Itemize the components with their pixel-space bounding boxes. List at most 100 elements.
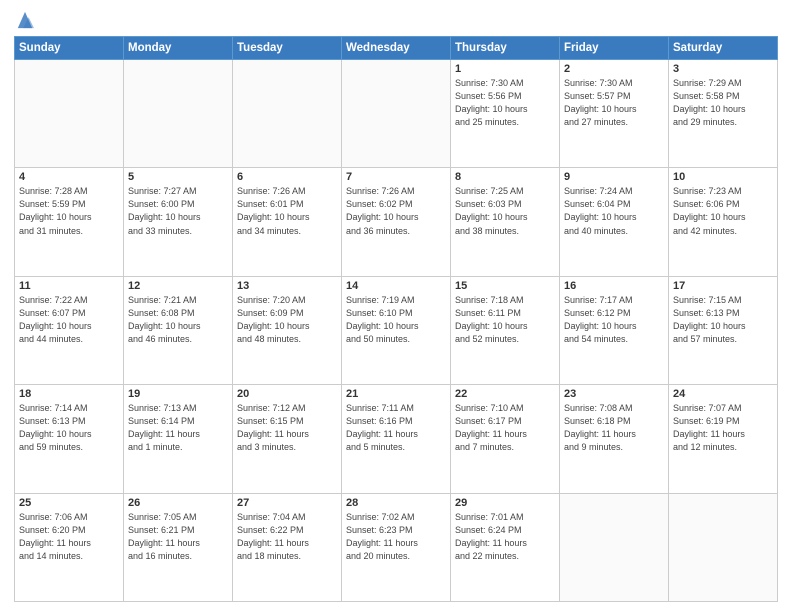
calendar-cell: 1Sunrise: 7:30 AM Sunset: 5:56 PM Daylig… [451,60,560,168]
day-info: Sunrise: 7:28 AM Sunset: 5:59 PM Dayligh… [19,185,119,237]
calendar-cell [560,493,669,601]
day-info: Sunrise: 7:01 AM Sunset: 6:24 PM Dayligh… [455,511,555,563]
weekday-wednesday: Wednesday [342,37,451,60]
calendar-cell [669,493,778,601]
day-number: 9 [564,171,664,183]
calendar-cell: 10Sunrise: 7:23 AM Sunset: 6:06 PM Dayli… [669,168,778,276]
day-number: 11 [19,280,119,292]
day-info: Sunrise: 7:27 AM Sunset: 6:00 PM Dayligh… [128,185,228,237]
day-info: Sunrise: 7:14 AM Sunset: 6:13 PM Dayligh… [19,402,119,454]
day-info: Sunrise: 7:06 AM Sunset: 6:20 PM Dayligh… [19,511,119,563]
calendar-cell: 2 Sunrise: 7:30 AM Sunset: 5:57 PM Daylig… [560,60,669,168]
day-number: 22 [455,388,555,400]
day-info: Sunrise: 7:17 AM Sunset: 6:12 PM Dayligh… [564,294,664,346]
calendar-cell: 21Sunrise: 7:11 AM Sunset: 6:16 PM Dayli… [342,385,451,493]
calendar-cell: 5 Sunrise: 7:27 AM Sunset: 6:00 PM Daylig… [124,168,233,276]
day-info: Sunrise: 7:25 AM Sunset: 6:03 PM Dayligh… [455,185,555,237]
day-number: 2 [564,63,664,75]
day-info: Sunrise: 7:19 AM Sunset: 6:10 PM Dayligh… [346,294,446,346]
week-row-4: 18 Sunrise: 7:14 AM Sunset: 6:13 PM Dayli… [15,385,778,493]
calendar-cell: 14 Sunrise: 7:19 AM Sunset: 6:10 PM Dayli… [342,276,451,384]
calendar-cell: 7 Sunrise: 7:26 AM Sunset: 6:02 PM Daylig… [342,168,451,276]
day-info: Sunrise: 7:29 AM Sunset: 5:58 PM Dayligh… [673,77,773,129]
calendar-cell: 17 Sunrise: 7:15 AM Sunset: 6:13 PM Dayli… [669,276,778,384]
day-number: 17 [673,280,773,292]
day-number: 25 [19,497,119,509]
day-info: Sunrise: 7:13 AM Sunset: 6:14 PM Dayligh… [128,402,228,454]
calendar-cell [15,60,124,168]
day-info: Sunrise: 7:05 AM Sunset: 6:21 PM Dayligh… [128,511,228,563]
calendar-cell: 20 Sunrise: 7:12 AM Sunset: 6:15 PM Dayli… [233,385,342,493]
calendar-cell [342,60,451,168]
calendar-cell: 4 Sunrise: 7:28 AM Sunset: 5:59 PM Daylig… [15,168,124,276]
week-row-5: 25 Sunrise: 7:06 AM Sunset: 6:20 PM Dayli… [15,493,778,601]
day-number: 8 [455,171,555,183]
logo [14,12,34,30]
logo-icon [16,10,34,30]
weekday-saturday: Saturday [669,37,778,60]
calendar-table: SundayMondayTuesdayWednesdayThursdayFrid… [14,36,778,602]
day-info: Sunrise: 7:23 AM Sunset: 6:06 PM Dayligh… [673,185,773,237]
weekday-header-row: SundayMondayTuesdayWednesdayThursdayFrid… [15,37,778,60]
day-number: 6 [237,171,337,183]
calendar-cell: 3Sunrise: 7:29 AM Sunset: 5:58 PM Daylig… [669,60,778,168]
day-number: 5 [128,171,228,183]
day-info: Sunrise: 7:20 AM Sunset: 6:09 PM Dayligh… [237,294,337,346]
week-row-1: 1Sunrise: 7:30 AM Sunset: 5:56 PM Daylig… [15,60,778,168]
day-info: Sunrise: 7:30 AM Sunset: 5:57 PM Dayligh… [564,77,664,129]
calendar-cell: 11 Sunrise: 7:22 AM Sunset: 6:07 PM Dayli… [15,276,124,384]
calendar-cell: 19 Sunrise: 7:13 AM Sunset: 6:14 PM Dayli… [124,385,233,493]
day-number: 29 [455,497,555,509]
calendar-cell: 6 Sunrise: 7:26 AM Sunset: 6:01 PM Daylig… [233,168,342,276]
weekday-sunday: Sunday [15,37,124,60]
day-number: 28 [346,497,446,509]
calendar-cell: 23 Sunrise: 7:08 AM Sunset: 6:18 PM Dayli… [560,385,669,493]
weekday-monday: Monday [124,37,233,60]
calendar-cell: 22 Sunrise: 7:10 AM Sunset: 6:17 PM Dayli… [451,385,560,493]
weekday-tuesday: Tuesday [233,37,342,60]
header [14,10,778,30]
calendar-cell: 12 Sunrise: 7:21 AM Sunset: 6:08 PM Dayli… [124,276,233,384]
day-number: 7 [346,171,446,183]
calendar-cell: 27 Sunrise: 7:04 AM Sunset: 6:22 PM Dayli… [233,493,342,601]
day-number: 4 [19,171,119,183]
calendar-cell: 15 Sunrise: 7:18 AM Sunset: 6:11 PM Dayli… [451,276,560,384]
day-info: Sunrise: 7:26 AM Sunset: 6:01 PM Dayligh… [237,185,337,237]
day-number: 13 [237,280,337,292]
day-number: 18 [19,388,119,400]
calendar-cell: 29 Sunrise: 7:01 AM Sunset: 6:24 PM Dayli… [451,493,560,601]
calendar-cell: 16 Sunrise: 7:17 AM Sunset: 6:12 PM Dayli… [560,276,669,384]
calendar-cell [233,60,342,168]
day-info: Sunrise: 7:12 AM Sunset: 6:15 PM Dayligh… [237,402,337,454]
weekday-thursday: Thursday [451,37,560,60]
day-info: Sunrise: 7:10 AM Sunset: 6:17 PM Dayligh… [455,402,555,454]
day-info: Sunrise: 7:30 AM Sunset: 5:56 PM Dayligh… [455,77,555,129]
day-info: Sunrise: 7:08 AM Sunset: 6:18 PM Dayligh… [564,402,664,454]
week-row-3: 11 Sunrise: 7:22 AM Sunset: 6:07 PM Dayli… [15,276,778,384]
day-info: Sunrise: 7:02 AM Sunset: 6:23 PM Dayligh… [346,511,446,563]
calendar-cell: 26Sunrise: 7:05 AM Sunset: 6:21 PM Dayli… [124,493,233,601]
day-info: Sunrise: 7:11 AM Sunset: 6:16 PM Dayligh… [346,402,446,454]
calendar-cell: 13 Sunrise: 7:20 AM Sunset: 6:09 PM Dayli… [233,276,342,384]
day-info: Sunrise: 7:21 AM Sunset: 6:08 PM Dayligh… [128,294,228,346]
calendar-cell [124,60,233,168]
day-number: 16 [564,280,664,292]
day-number: 15 [455,280,555,292]
week-row-2: 4 Sunrise: 7:28 AM Sunset: 5:59 PM Daylig… [15,168,778,276]
day-info: Sunrise: 7:26 AM Sunset: 6:02 PM Dayligh… [346,185,446,237]
day-info: Sunrise: 7:22 AM Sunset: 6:07 PM Dayligh… [19,294,119,346]
day-number: 12 [128,280,228,292]
day-info: Sunrise: 7:04 AM Sunset: 6:22 PM Dayligh… [237,511,337,563]
day-number: 24 [673,388,773,400]
calendar-cell: 24Sunrise: 7:07 AM Sunset: 6:19 PM Dayli… [669,385,778,493]
calendar-cell: 28 Sunrise: 7:02 AM Sunset: 6:23 PM Dayli… [342,493,451,601]
day-number: 20 [237,388,337,400]
day-info: Sunrise: 7:24 AM Sunset: 6:04 PM Dayligh… [564,185,664,237]
day-info: Sunrise: 7:18 AM Sunset: 6:11 PM Dayligh… [455,294,555,346]
day-info: Sunrise: 7:15 AM Sunset: 6:13 PM Dayligh… [673,294,773,346]
day-number: 19 [128,388,228,400]
weekday-friday: Friday [560,37,669,60]
day-number: 23 [564,388,664,400]
day-number: 27 [237,497,337,509]
day-number: 14 [346,280,446,292]
